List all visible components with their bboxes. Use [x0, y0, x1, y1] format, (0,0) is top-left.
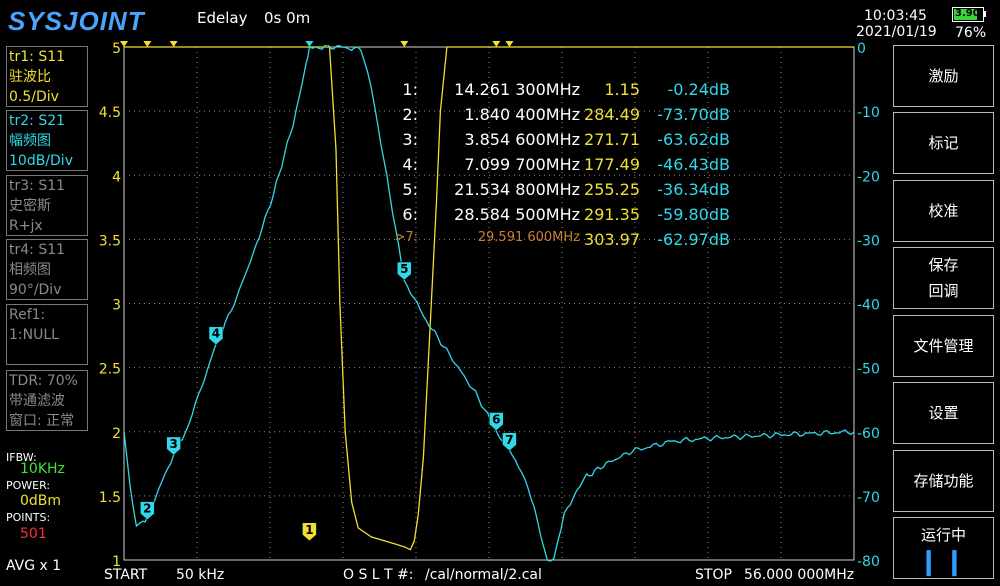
start-value[interactable]: 50 kHz — [176, 567, 224, 583]
right-axis-ticks: 0 -10 -20 -30 -40 -50 -60 -70 -80 — [857, 41, 880, 570]
menu-storage-button[interactable]: 存储功能 — [893, 450, 994, 512]
marker-flag-1: 1 — [302, 522, 317, 542]
right-tick-label: -70 — [857, 490, 880, 506]
stop-value[interactable]: 56.000 000MHz — [744, 567, 854, 583]
marker-flag-3: 3 — [166, 436, 181, 456]
marker-row-freq: 29.591 600MHz — [477, 230, 580, 245]
marker-flag-label: 7 — [505, 433, 513, 447]
marker-row-freq: 3.854 600MHz — [464, 130, 580, 149]
marker-flag-label: 5 — [400, 262, 408, 276]
marker-row-id: 6: — [402, 205, 418, 224]
marker-flag-label: 3 — [169, 437, 177, 451]
left-axis-ticks: 54.543.532.521.51 — [99, 41, 121, 570]
marker-row-freq: 21.534 800MHz — [454, 180, 580, 199]
left-tick-label: 2 — [112, 426, 121, 442]
top-marker-arrow — [169, 41, 178, 47]
left-tick-label: 2.5 — [99, 362, 121, 378]
top-marker-row — [120, 41, 514, 47]
menu-settings-button[interactable]: 设置 — [893, 382, 994, 444]
top-marker-arrow — [120, 41, 128, 47]
marker-row-swr: 177.49 — [584, 155, 640, 174]
marker-flag-6: 6 — [489, 412, 504, 431]
menu-stimulus-button[interactable]: 激励 — [893, 45, 994, 107]
top-marker-arrow — [143, 41, 152, 47]
marker-row-db: -0.24dB — [667, 80, 730, 99]
menu-calibration-label: 校准 — [928, 202, 959, 220]
left-tick-label: 5 — [112, 41, 121, 57]
marker-row-db: -59.80dB — [657, 205, 730, 224]
right-tick-label: -20 — [857, 169, 880, 185]
marker-row-swr: 255.25 — [584, 180, 640, 199]
right-tick-label: 0 — [857, 41, 866, 57]
stop-label: STOP — [695, 567, 732, 583]
marker-row-freq: 14.261 300MHz — [454, 80, 580, 99]
marker-flag-label: 4 — [212, 327, 220, 341]
marker-row-freq: 7.099 700MHz — [464, 155, 580, 174]
marker-row-freq: 28.584 500MHz — [454, 205, 580, 224]
menu-calibration-button[interactable]: 校准 — [893, 180, 994, 242]
pause-icon: ❙❙ — [917, 547, 970, 577]
marker-row-swr: 284.49 — [584, 105, 640, 124]
left-tick-label: 3 — [112, 298, 121, 314]
start-label: START — [104, 567, 148, 583]
marker-row-id: >7: — [394, 230, 418, 245]
marker-row-freq: 1.840 400MHz — [464, 105, 580, 124]
marker-flag-5: 5 — [397, 261, 412, 281]
right-tick-label: -10 — [857, 105, 880, 121]
menu-marker-button[interactable]: 标记 — [893, 112, 994, 174]
left-tick-label: 1.5 — [99, 490, 121, 506]
top-marker-arrow — [505, 41, 514, 47]
left-tick-label: 3.5 — [99, 233, 121, 249]
menu-file-manager-button[interactable]: 文件管理 — [893, 315, 994, 377]
marker-row-db: -46.43dB — [657, 155, 730, 174]
right-tick-label: -30 — [857, 233, 880, 249]
marker-row-id: 1: — [402, 80, 418, 99]
marker-layer: 1 2 3 4 5 67 — [140, 261, 517, 542]
left-tick-label: 4.5 — [99, 105, 121, 121]
marker-row-id: 5: — [402, 180, 418, 199]
menu-settings-label: 设置 — [928, 404, 959, 422]
marker-row-id: 4: — [402, 155, 418, 174]
right-tick-label: -40 — [857, 298, 880, 314]
marker-row-swr: 291.35 — [584, 205, 640, 224]
menu-stimulus-label: 激励 — [928, 67, 959, 85]
right-tick-label: -80 — [857, 554, 880, 570]
right-tick-label: -50 — [857, 362, 880, 378]
marker-row-db: -62.97dB — [657, 230, 730, 249]
menu-storage-label: 存储功能 — [913, 472, 974, 490]
marker-flag-7: 7 — [502, 432, 517, 452]
marker-row-swr: 271.71 — [584, 130, 640, 149]
top-marker-arrow — [400, 41, 409, 47]
menu-file-manager-label: 文件管理 — [913, 337, 974, 355]
marker-flag-label: 6 — [492, 412, 500, 426]
marker-row-db: -73.70dB — [657, 105, 730, 124]
marker-flag-label: 2 — [143, 502, 151, 516]
right-tick-label: -60 — [857, 426, 880, 442]
cal-path[interactable]: /cal/normal/2.cal — [425, 567, 542, 583]
menu-marker-label: 标记 — [928, 134, 959, 152]
cal-label: O S L T #: — [343, 567, 414, 583]
left-tick-label: 4 — [112, 169, 121, 185]
menu-save-recall-button[interactable]: 保存 回调 — [893, 247, 994, 309]
marker-flag-label: 1 — [305, 523, 313, 537]
marker-row-db: -63.62dB — [657, 130, 730, 149]
menu-run-button[interactable]: 运行中 ❙❙ — [893, 517, 994, 579]
marker-row-swr: 303.97 — [584, 230, 640, 249]
top-marker-arrow — [305, 41, 314, 47]
marker-row-id: 2: — [402, 105, 418, 124]
menu-run-label: 运行中 — [920, 526, 966, 544]
top-marker-arrow — [492, 41, 501, 47]
menu-save-recall-label: 保存 回调 — [928, 256, 959, 300]
marker-flag-2: 2 — [140, 501, 155, 520]
marker-row-id: 3: — [402, 130, 418, 149]
marker-row-db: -36.34dB — [657, 180, 730, 199]
marker-flag-4: 4 — [208, 326, 224, 346]
marker-row-swr: 1.15 — [604, 80, 640, 99]
